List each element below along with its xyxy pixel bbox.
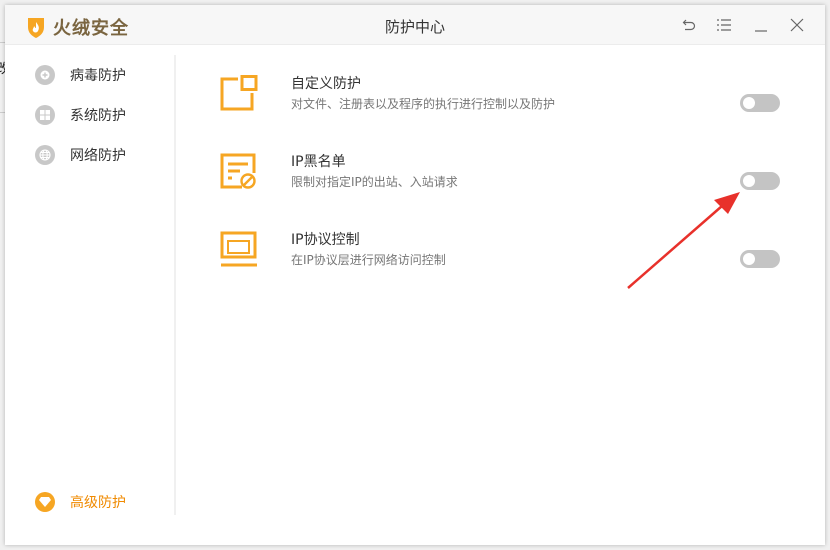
close-icon [790,18,804,32]
ip-blacklist-icon [220,153,256,189]
item-title: 自定义防护 [291,76,361,92]
diamond-icon [35,492,55,512]
windows-icon [35,105,55,125]
back-icon [682,19,696,31]
item-description: 对文件、注册表以及程序的执行进行控制以及防护 [291,97,556,111]
protection-item-ip-protocol: IP协议控制 在IP协议层进行网络访问控制 [220,231,780,291]
globe-icon [35,145,55,165]
protection-item-custom: 自定义防护 对文件、注册表以及程序的执行进行控制以及防护 [220,75,780,135]
protection-item-ip-blacklist: IP黑名单 限制对指定IP的出站、入站请求 [220,153,780,213]
sidebar-item-label: 网络防护 [70,148,126,164]
sidebar-item-label: 病毒防护 [70,68,126,84]
close-button[interactable] [787,15,807,35]
ip-protocol-icon [220,231,257,267]
sidebar-item-network-protection[interactable]: 网络防护 [35,145,126,165]
sidebar-item-system-protection[interactable]: 系统防护 [35,105,126,125]
sidebar-divider [174,55,176,515]
minimize-button[interactable] [751,15,771,35]
sidebar-item-label: 高级防护 [70,495,126,511]
app-window: 火绒安全 防护中心 病毒防护 系统防护 网络防护 高级防护 自定义防护 对文件、… [5,5,825,545]
title-bar: 火绒安全 防护中心 [5,5,825,45]
custom-protection-toggle[interactable] [740,94,780,112]
window-title: 防护中心 [384,18,445,36]
list-icon [717,19,731,31]
item-description: 限制对指定IP的出站、入站请求 [291,175,458,189]
item-title: IP协议控制 [291,232,360,248]
minimize-icon [755,30,767,32]
sidebar-item-label: 系统防护 [70,108,126,124]
sidebar-item-advanced-protection[interactable]: 高级防护 [35,492,126,512]
item-description: 在IP协议层进行网络访问控制 [291,253,446,267]
ip-protocol-toggle[interactable] [740,250,780,268]
plus-circle-icon [35,65,55,85]
ip-blacklist-toggle[interactable] [740,172,780,190]
back-button[interactable] [679,15,699,35]
menu-button[interactable] [714,15,734,35]
custom-protection-icon [220,75,258,111]
item-title: IP黑名单 [291,154,346,170]
sidebar-item-virus-protection[interactable]: 病毒防护 [35,65,126,85]
